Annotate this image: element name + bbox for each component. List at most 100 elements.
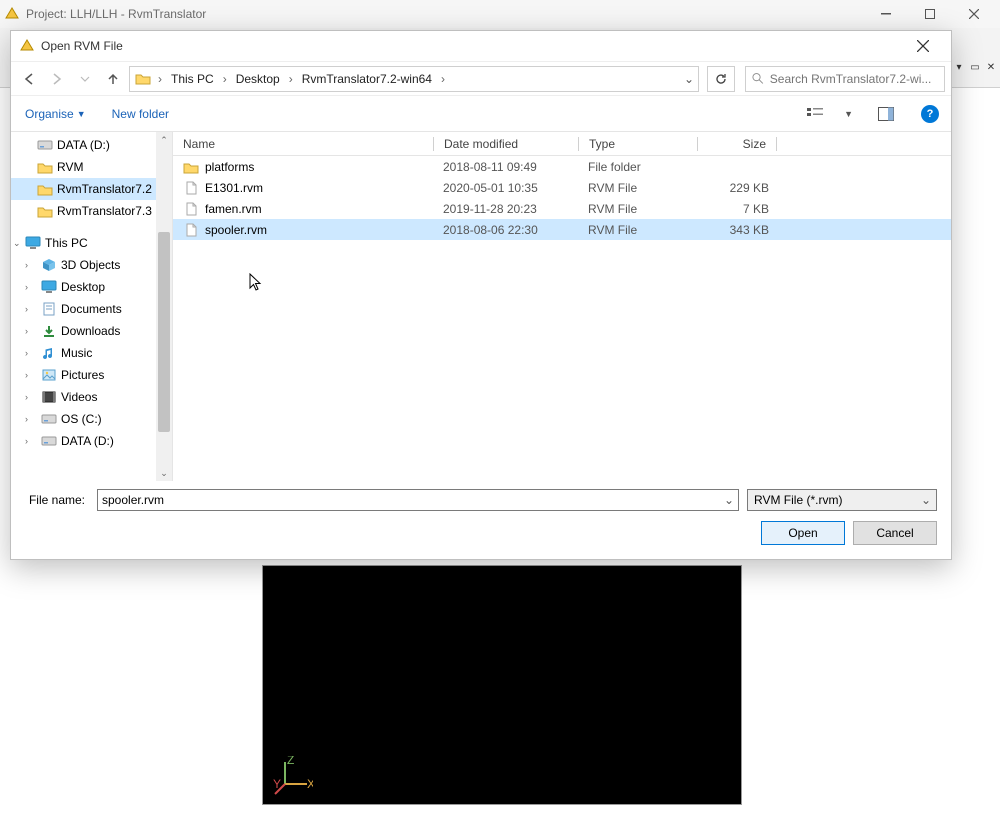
folder-icon <box>37 159 53 175</box>
tree-thispc[interactable]: ⌄ This PC <box>11 232 172 254</box>
dialog-bottom: File name: ⌄ RVM File (*.rvm) ⌄ Open Can… <box>11 481 951 553</box>
expand-icon[interactable]: › <box>25 304 28 314</box>
tree-item[interactable]: ›Pictures <box>11 364 172 386</box>
nav-recent-button[interactable] <box>73 67 97 91</box>
file-pane: Name Date modified Type Size platforms20… <box>173 132 951 481</box>
chevron-right-icon[interactable]: › <box>439 72 447 86</box>
axis-y-label: Y <box>273 777 281 791</box>
breadcrumb-folder[interactable]: RvmTranslator7.2-win64 <box>297 69 437 89</box>
organise-menu[interactable]: Organise ▼ <box>21 105 90 123</box>
axis-x-label: X <box>307 777 313 791</box>
file-row[interactable]: platforms2018-08-11 09:49File folder <box>173 156 951 177</box>
dialog-title: Open RVM File <box>41 39 123 53</box>
tree-item[interactable]: ›OS (C:) <box>11 408 172 430</box>
chevron-right-icon[interactable]: › <box>221 72 229 86</box>
chevron-down-icon[interactable]: ▼ <box>844 109 853 119</box>
tree-scroll-thumb[interactable] <box>158 232 170 432</box>
nav-row: › This PC › Desktop › RvmTranslator7.2-w… <box>11 61 951 95</box>
tree-item[interactable]: ›Downloads <box>11 320 172 342</box>
preview-pane-button[interactable] <box>875 103 897 125</box>
file-row[interactable]: E1301.rvm2020-05-01 10:35RVM File229 KB <box>173 177 951 198</box>
tree-scroll-up[interactable]: ⌃ <box>156 132 172 148</box>
tree-item[interactable]: ›Music <box>11 342 172 364</box>
file-row[interactable]: spooler.rvm2018-08-06 22:30RVM File343 K… <box>173 219 951 240</box>
folder-icon <box>37 181 53 197</box>
expand-icon[interactable]: › <box>25 414 28 424</box>
help-button[interactable]: ? <box>919 103 941 125</box>
app-titlebar: Project: LLH/LLH - RvmTranslator <box>0 0 1000 28</box>
expand-icon[interactable]: › <box>25 436 28 446</box>
new-folder-button[interactable]: New folder <box>108 105 173 123</box>
address-bar[interactable]: › This PC › Desktop › RvmTranslator7.2-w… <box>129 66 699 92</box>
drive-icon <box>41 433 57 449</box>
expand-icon[interactable]: › <box>25 260 28 270</box>
dialog-icon <box>19 38 35 54</box>
file-type-filter[interactable]: RVM File (*.rvm) ⌄ <box>747 489 937 511</box>
pane-close-icon[interactable]: ✕ <box>984 60 998 74</box>
nav-back-button[interactable] <box>17 67 41 91</box>
tree-item[interactable]: ›Documents <box>11 298 172 320</box>
col-date[interactable]: Date modified <box>434 137 578 151</box>
col-type[interactable]: Type <box>579 137 697 151</box>
open-button[interactable]: Open <box>761 521 845 545</box>
main-area: DATA (D:)RVMRvmTranslator7.2RvmTranslato… <box>11 131 951 481</box>
pane-buttons: ▾ ▭ ✕ <box>952 60 998 74</box>
chevron-down-icon[interactable]: ⌄ <box>724 493 734 507</box>
tree-item[interactable]: RvmTranslator7.2 <box>11 178 172 200</box>
file-icon <box>183 201 199 217</box>
expand-icon[interactable]: › <box>25 348 28 358</box>
addressbar-dropdown-icon[interactable]: ⌄ <box>684 72 694 86</box>
cancel-button[interactable]: Cancel <box>853 521 937 545</box>
tree-item[interactable]: RVM <box>11 156 172 178</box>
doc-icon <box>41 301 57 317</box>
tree-item[interactable]: ›DATA (D:) <box>11 430 172 452</box>
search-input[interactable] <box>770 72 938 86</box>
expand-icon[interactable]: › <box>25 326 28 336</box>
dialog-close-button[interactable] <box>903 32 943 60</box>
tree-item[interactable]: ›Desktop <box>11 276 172 298</box>
tree-scroll-down[interactable]: ⌄ <box>156 465 172 481</box>
view-mode-button[interactable] <box>804 103 826 125</box>
col-name[interactable]: Name <box>173 137 433 151</box>
breadcrumb-desktop[interactable]: Desktop <box>231 69 285 89</box>
dialog-titlebar[interactable]: Open RVM File <box>11 31 951 61</box>
file-list[interactable]: platforms2018-08-11 09:49File folderE130… <box>173 156 951 481</box>
addressbar-folder-icon <box>134 70 152 88</box>
tree-item[interactable]: DATA (D:) <box>11 134 172 156</box>
file-icon <box>183 180 199 196</box>
nav-tree[interactable]: DATA (D:)RVMRvmTranslator7.2RvmTranslato… <box>11 132 173 481</box>
tree-item[interactable]: ›Videos <box>11 386 172 408</box>
nav-forward-button[interactable] <box>45 67 69 91</box>
refresh-button[interactable] <box>707 66 735 92</box>
file-icon <box>183 222 199 238</box>
open-file-dialog: Open RVM File › This PC › Desktop › RvmT… <box>10 30 952 560</box>
app-close-button[interactable] <box>952 0 996 28</box>
chevron-down-icon[interactable]: ⌄ <box>921 493 931 507</box>
breadcrumb-thispc[interactable]: This PC <box>166 69 219 89</box>
expand-icon[interactable]: › <box>25 282 28 292</box>
video-icon <box>41 389 57 405</box>
nav-up-button[interactable] <box>101 67 125 91</box>
app-icon <box>4 6 20 22</box>
file-name-input[interactable] <box>102 493 734 507</box>
tree-item[interactable]: ›3D Objects <box>11 254 172 276</box>
chevron-right-icon[interactable]: › <box>156 72 164 86</box>
app-minimize-button[interactable] <box>864 0 908 28</box>
expand-icon[interactable]: ⌄ <box>13 238 21 249</box>
file-row[interactable]: famen.rvm2019-11-28 20:23RVM File7 KB <box>173 198 951 219</box>
file-name-box[interactable]: ⌄ <box>97 489 739 511</box>
search-box[interactable] <box>745 66 945 92</box>
command-row: Organise ▼ New folder ▼ ? <box>11 95 951 131</box>
col-size[interactable]: Size <box>698 137 776 151</box>
folder-icon <box>183 159 199 175</box>
viewport-3d[interactable]: Z X Y <box>262 565 742 805</box>
pane-restore-icon[interactable]: ▭ <box>968 60 982 74</box>
music-icon <box>41 345 57 361</box>
tree-item[interactable]: RvmTranslator7.3 <box>11 200 172 222</box>
drive-icon <box>41 411 57 427</box>
expand-icon[interactable]: › <box>25 370 28 380</box>
expand-icon[interactable]: › <box>25 392 28 402</box>
app-maximize-button[interactable] <box>908 0 952 28</box>
chevron-right-icon[interactable]: › <box>287 72 295 86</box>
pane-dropdown-icon[interactable]: ▾ <box>952 60 966 74</box>
